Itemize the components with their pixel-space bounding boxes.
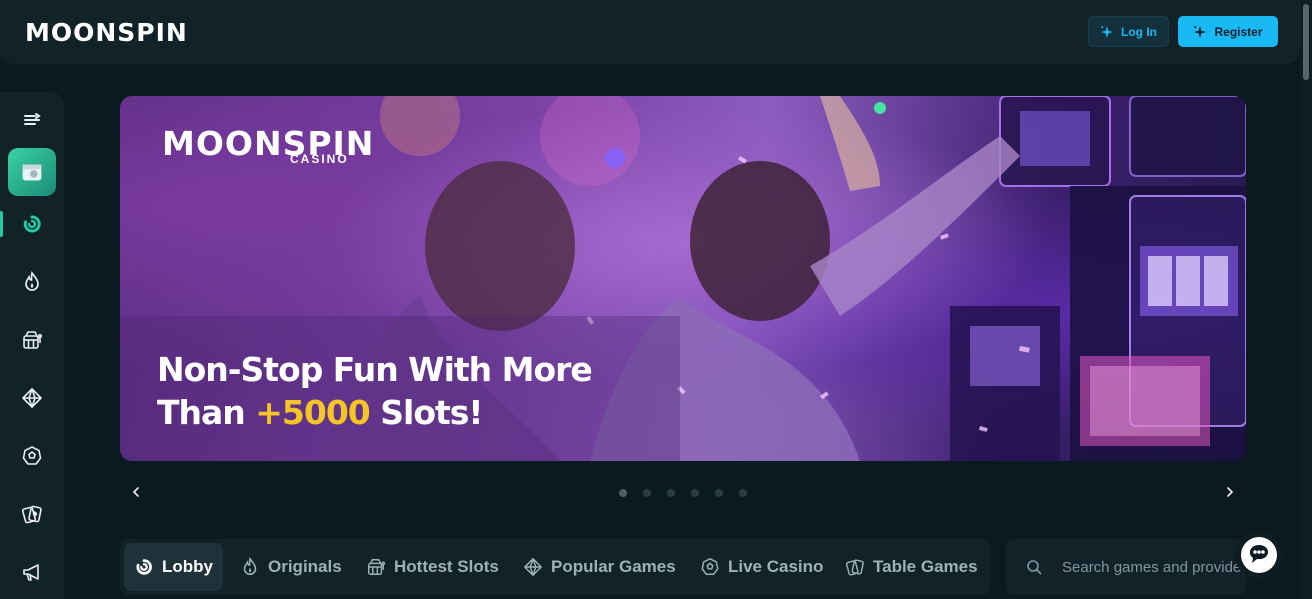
top-header: MOONSPIN Log In Register <box>0 0 1300 64</box>
login-label: Log In <box>1121 24 1157 39</box>
carousel-dot[interactable] <box>739 489 747 497</box>
slots-icon <box>368 559 386 575</box>
megaphone-icon[interactable] <box>16 556 48 588</box>
diamond-icon <box>524 558 542 576</box>
chevron-right-icon <box>1227 487 1234 497</box>
search-input[interactable] <box>1062 555 1242 579</box>
headline-highlight: +5000 <box>255 393 370 432</box>
promo-gift-icon[interactable] <box>8 148 56 196</box>
search-bar <box>1006 539 1246 595</box>
site-logo[interactable]: MOONSPIN <box>25 18 188 47</box>
category-tabs: Lobby Originals Hottest Slots Popular Ga… <box>120 539 990 595</box>
tab-table-games[interactable]: Table Games <box>835 543 988 591</box>
tab-label: Table Games <box>873 557 978 576</box>
table-games-cards-icon[interactable] <box>16 498 48 530</box>
carousel-dot[interactable] <box>691 489 699 497</box>
live-casino-chip-icon[interactable] <box>16 440 48 472</box>
register-button[interactable]: Register <box>1178 16 1278 47</box>
sidebar <box>0 92 64 599</box>
tab-hottest-slots[interactable]: Hottest Slots <box>356 543 509 591</box>
carousel-dot[interactable] <box>619 489 627 497</box>
carousel-dot[interactable] <box>715 489 723 497</box>
sidebar-active-indicator <box>0 211 3 237</box>
register-label: Register <box>1214 24 1263 39</box>
sparkle-icon <box>1194 25 1207 38</box>
scrollbar-thumb[interactable] <box>1303 4 1309 80</box>
tab-label: Lobby <box>162 557 213 576</box>
tab-label: Live Casino <box>728 557 824 576</box>
hero-banner[interactable]: MOONSPIN CASINO Non-Stop Fun With More T… <box>120 96 1246 461</box>
lobby-icon <box>136 559 152 575</box>
carousel-prev-button[interactable] <box>128 484 144 500</box>
carousel-dot[interactable] <box>667 489 675 497</box>
login-button[interactable]: Log In <box>1088 16 1169 47</box>
originals-flame-icon[interactable] <box>16 266 48 298</box>
menu-collapse-icon[interactable] <box>16 104 48 136</box>
banner-headline: Non-Stop Fun With More Than +5000 Slots! <box>157 348 593 434</box>
chat-bubble-icon <box>1241 537 1277 573</box>
carousel-next-button[interactable] <box>1222 484 1238 500</box>
tab-label: Hottest Slots <box>394 557 499 576</box>
tab-label: Originals <box>268 557 342 576</box>
live-chat-button[interactable] <box>1235 531 1283 579</box>
headline-line-2-end: Slots! <box>369 393 483 432</box>
search-icon <box>1027 560 1042 575</box>
headline-line-2: Than +5000 Slots! <box>157 391 592 434</box>
table-games-cards-icon <box>845 559 864 576</box>
tab-originals[interactable]: Originals <box>230 543 352 591</box>
live-casino-chip-icon <box>701 558 719 575</box>
diamond-icon[interactable] <box>16 382 48 414</box>
tab-popular-games[interactable]: Popular Games <box>513 543 686 591</box>
originals-flame-icon <box>243 557 257 575</box>
headline-line-2-start: Than <box>157 393 256 432</box>
carousel-dots <box>619 489 747 497</box>
headline-line-1: Non-Stop Fun With More <box>157 350 593 389</box>
tab-live-casino[interactable]: Live Casino <box>690 543 833 591</box>
banner-logo-subtitle: CASINO <box>290 152 349 166</box>
tab-label: Popular Games <box>551 557 676 576</box>
lobby-icon[interactable] <box>16 208 48 240</box>
carousel-dot[interactable] <box>643 489 651 497</box>
chevron-left-icon <box>132 487 139 497</box>
slots-icon[interactable] <box>16 324 48 356</box>
tab-lobby[interactable]: Lobby <box>124 543 223 591</box>
page-scrollbar[interactable] <box>1300 0 1312 599</box>
sparkle-icon <box>1100 25 1114 38</box>
